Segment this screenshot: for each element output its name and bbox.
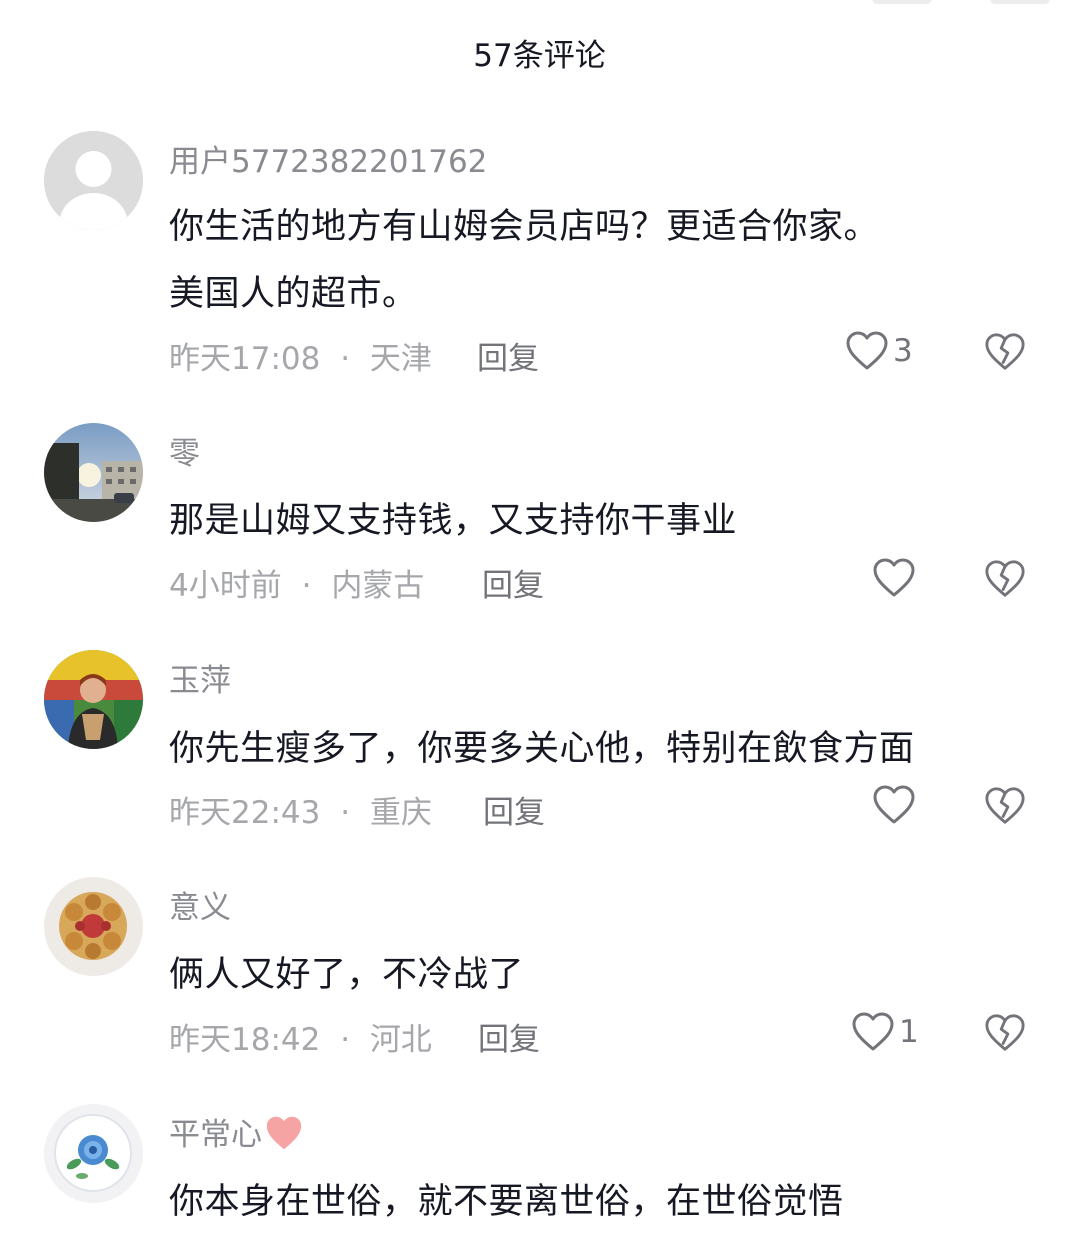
timestamp: 昨天22:43 xyxy=(169,795,321,831)
broken-heart-icon xyxy=(985,560,1025,597)
location: 重庆 xyxy=(369,795,432,831)
comment-meta: 昨天17:08 · 天津 xyxy=(169,333,432,378)
comment-meta: 昨天22:43 · 重庆 xyxy=(169,787,432,832)
username[interactable]: 意义 xyxy=(169,882,231,927)
reply-button[interactable]: 回复 xyxy=(477,333,539,378)
avatar[interactable] xyxy=(44,423,143,522)
heart-outline-icon xyxy=(873,785,915,824)
heart-outline-icon xyxy=(846,331,888,370)
flower-plate-avatar-icon xyxy=(44,1104,143,1203)
comment-text: 你先生瘦多了，你要多关心他，特别在飲食方面 xyxy=(169,729,915,769)
comment-text: 你生活的地方有山姆会员店吗？更适合你家。 xyxy=(169,207,880,247)
street-photo-avatar-icon xyxy=(44,423,143,522)
username[interactable]: 玉萍 xyxy=(169,655,231,700)
comment-text: 那是山姆又支持钱，又支持你干事业 xyxy=(169,501,738,541)
like-button[interactable] xyxy=(872,557,920,599)
broken-heart-icon xyxy=(985,1014,1025,1051)
reply-button[interactable]: 回复 xyxy=(482,560,544,605)
like-count: 1 xyxy=(899,1014,919,1050)
timestamp: 昨天18:42 xyxy=(169,1022,321,1058)
separator-dot: · xyxy=(340,795,351,831)
username[interactable]: 平常心 xyxy=(169,1109,304,1160)
timestamp: 昨天17:08 xyxy=(169,341,321,377)
avatar[interactable] xyxy=(44,877,143,976)
comment-text: 你本身在世俗，就不要离世俗，在世俗觉悟 xyxy=(169,1182,844,1222)
comment-meta: 昨天18:42 · 河北 xyxy=(169,1014,432,1059)
comment-meta: 4小时前 · 内蒙古 xyxy=(169,560,424,605)
location: 内蒙古 xyxy=(331,568,425,604)
username[interactable]: 用户5772382201762 xyxy=(169,136,487,181)
comment-count-title: 57条评论 xyxy=(473,38,606,74)
default-user-avatar-icon xyxy=(44,131,143,230)
dislike-button[interactable] xyxy=(984,1012,1026,1054)
pink-heart-icon xyxy=(264,1114,304,1160)
location: 河北 xyxy=(369,1022,432,1058)
comments-header: 57条评论 xyxy=(0,0,1079,100)
like-button[interactable]: 1 xyxy=(851,1011,919,1053)
woman-photo-avatar-icon xyxy=(44,650,143,749)
like-button[interactable] xyxy=(872,784,920,826)
comment-text: 美国人的超市。 xyxy=(169,274,418,314)
username-text: 平常心 xyxy=(169,1117,262,1153)
broken-heart-icon xyxy=(985,787,1025,824)
avatar[interactable] xyxy=(44,1104,143,1203)
separator-dot: · xyxy=(340,341,351,377)
dislike-button[interactable] xyxy=(984,558,1026,600)
reply-button[interactable]: 回复 xyxy=(478,1014,540,1059)
reply-button[interactable]: 回复 xyxy=(483,787,545,832)
like-count: 3 xyxy=(893,333,913,369)
username[interactable]: 零 xyxy=(169,428,200,473)
separator-dot: · xyxy=(340,1022,351,1058)
like-button[interactable]: 3 xyxy=(845,330,913,372)
comment-text: 俩人又好了，不冷战了 xyxy=(169,955,525,995)
dislike-button[interactable] xyxy=(984,785,1026,827)
location: 天津 xyxy=(369,341,432,377)
timestamp: 4小时前 xyxy=(169,568,282,604)
separator-dot: · xyxy=(301,568,312,604)
heart-outline-icon xyxy=(852,1012,894,1051)
avatar[interactable] xyxy=(44,131,143,230)
dislike-button[interactable] xyxy=(984,331,1026,373)
food-photo-avatar-icon xyxy=(44,877,143,976)
heart-outline-icon xyxy=(873,558,915,597)
avatar[interactable] xyxy=(44,650,143,749)
broken-heart-icon xyxy=(985,333,1025,370)
